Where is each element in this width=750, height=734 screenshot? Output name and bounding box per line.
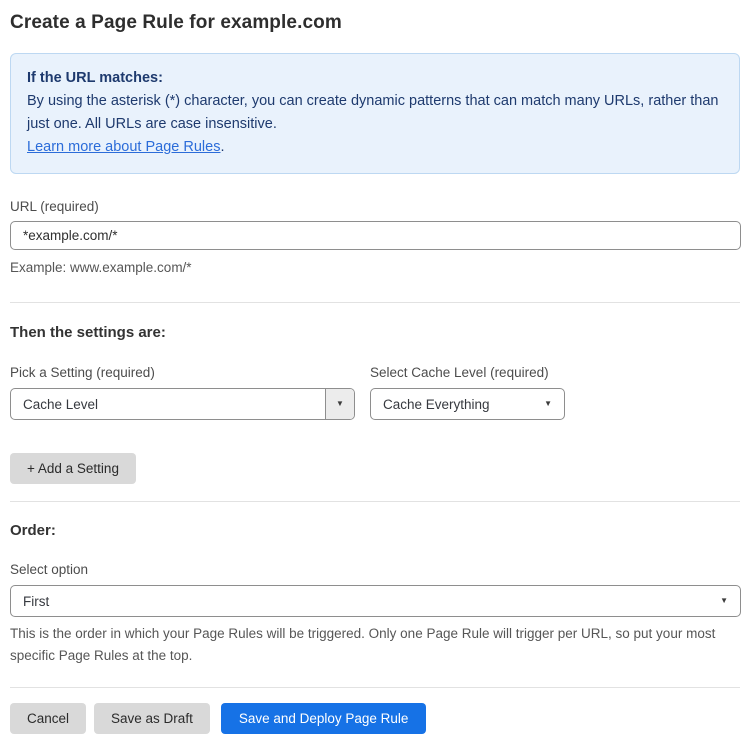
divider: [10, 687, 740, 688]
cache-level-dropdown[interactable]: Cache Everything ▼: [370, 388, 565, 420]
order-help-text: This is the order in which your Page Rul…: [10, 626, 716, 663]
save-and-deploy-button[interactable]: Save and Deploy Page Rule: [220, 703, 427, 734]
url-field-help: Example: www.example.com/*: [10, 260, 192, 275]
info-box-heading: If the URL matches:: [27, 70, 163, 86]
pick-setting-value: Cache Level: [23, 396, 99, 412]
cache-level-label: Select Cache Level (required): [370, 365, 549, 380]
url-match-info-box: If the URL matches: By using the asteris…: [10, 53, 740, 174]
order-select-label: Select option: [10, 562, 89, 577]
cache-level-value: Cache Everything: [383, 396, 490, 412]
link-period: .: [220, 139, 225, 155]
info-box-body: By using the asterisk (*) character, you…: [27, 93, 719, 132]
settings-fields-row: Pick a Setting (required) Cache Level ▼ …: [10, 365, 740, 420]
url-input[interactable]: [10, 221, 741, 250]
learn-more-link[interactable]: Learn more about Page Rules: [27, 139, 220, 155]
dropdown-arrow-icon: ▼: [336, 399, 344, 408]
divider: [10, 302, 740, 303]
pick-setting-label: Pick a Setting (required): [10, 365, 155, 380]
divider: [10, 501, 740, 502]
settings-section-heading: Then the settings are:: [10, 324, 166, 341]
order-dropdown[interactable]: First ▼: [10, 585, 741, 617]
order-value: First: [23, 593, 50, 609]
dropdown-arrow-icon: ▼: [720, 596, 728, 605]
footer-buttons: Cancel Save as Draft Save and Deploy Pag…: [10, 703, 740, 734]
page-title: Create a Page Rule for example.com: [10, 12, 342, 33]
dropdown-arrow-icon: ▼: [544, 399, 552, 408]
save-as-draft-button[interactable]: Save as Draft: [94, 703, 210, 734]
url-field-label: URL (required): [10, 199, 99, 214]
pick-setting-field: Pick a Setting (required) Cache Level ▼: [10, 365, 355, 420]
page-rule-form: Create a Page Rule for example.com If th…: [0, 0, 750, 734]
info-box-link-line: Learn more about Page Rules.: [27, 136, 723, 159]
pick-setting-dropdown[interactable]: Cache Level ▼: [10, 388, 355, 420]
cache-level-field: Select Cache Level (required) Cache Ever…: [370, 365, 565, 420]
add-setting-button[interactable]: + Add a Setting: [10, 453, 136, 484]
cancel-button[interactable]: Cancel: [10, 703, 87, 734]
dropdown-arrow-button[interactable]: ▼: [325, 389, 354, 419]
order-section-heading: Order:: [10, 522, 56, 539]
